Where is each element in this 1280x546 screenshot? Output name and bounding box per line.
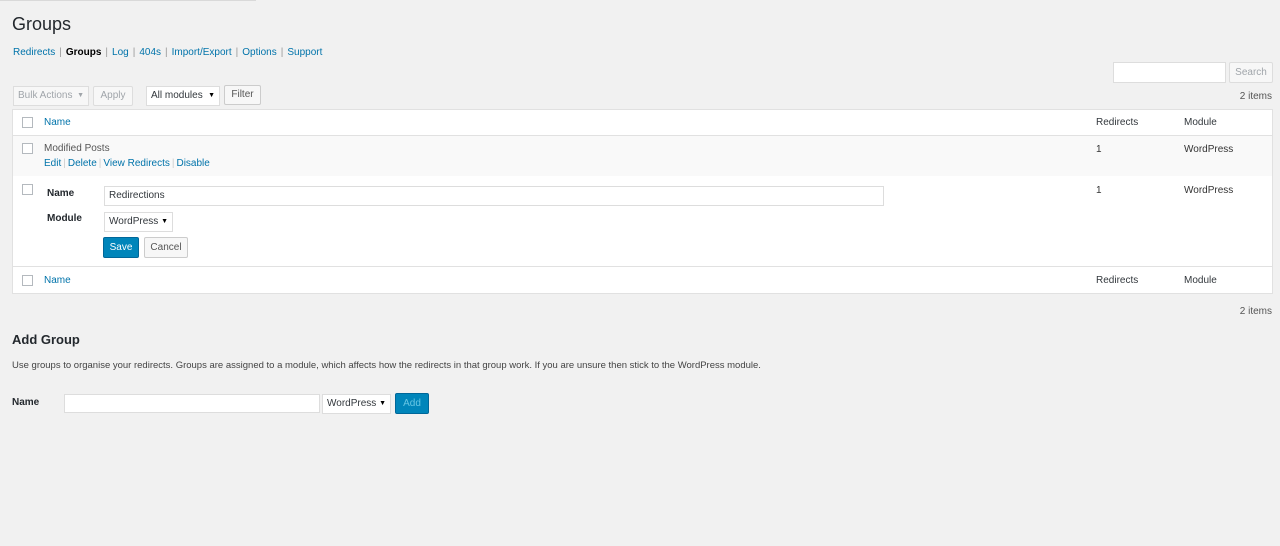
subnav-separator: |	[165, 47, 168, 58]
module-name: WordPress	[1184, 185, 1234, 196]
subnav-separator: |	[280, 47, 284, 58]
add-group-name-input[interactable]	[64, 394, 320, 413]
edit-name-input[interactable]: Redirections	[104, 186, 884, 206]
add-group-button[interactable]: Add	[395, 393, 429, 414]
apply-button[interactable]: Apply	[93, 86, 133, 106]
add-group-title: Add Group	[12, 332, 80, 347]
view-redirects-link[interactable]: View Redirects	[103, 158, 170, 169]
subnav-log[interactable]: Log	[112, 47, 129, 58]
modules-filter-label: All modules	[151, 90, 203, 101]
row-actions: Edit | Delete | View Redirects | Disable	[44, 158, 210, 169]
caret-down-icon: ▼	[77, 92, 84, 99]
group-name: Modified Posts	[44, 143, 110, 154]
add-group-module-select[interactable]: WordPress ▼	[322, 394, 391, 414]
column-footer-name[interactable]: Name	[44, 275, 71, 286]
add-group-module-value: WordPress	[327, 398, 377, 409]
subnav-separator: |	[59, 47, 62, 58]
column-footer-module: Module	[1184, 275, 1217, 286]
table-header-row: Name Redirects Module	[13, 110, 1272, 136]
top-divider	[0, 0, 256, 1]
row-checkbox[interactable]	[22, 184, 33, 195]
subnav-separator: |	[235, 47, 239, 58]
table-row-editing: Name Redirections Module WordPress ▼ Sav…	[13, 176, 1272, 267]
modules-filter-select[interactable]: All modules ▼	[146, 86, 220, 106]
column-header-name[interactable]: Name	[44, 117, 71, 128]
items-count: 2 items	[1239, 91, 1272, 102]
subnav-separator: |	[132, 47, 136, 58]
edit-link[interactable]: Edit	[44, 158, 61, 169]
delete-link[interactable]: Delete	[68, 158, 97, 169]
subnav-separator: |	[105, 47, 109, 58]
column-header-module: Module	[1184, 117, 1217, 128]
search-button[interactable]: Search	[1229, 62, 1273, 83]
groups-table: Name Redirects Module Modified Posts Edi…	[12, 109, 1273, 294]
column-header-redirects: Redirects	[1096, 117, 1139, 128]
caret-down-icon: ▼	[161, 218, 168, 225]
subnav-options[interactable]: Options	[242, 47, 276, 58]
subnav-groups[interactable]: Groups	[66, 47, 102, 58]
edit-module-value: WordPress	[109, 216, 159, 227]
edit-name-label: Name	[47, 188, 75, 199]
disable-link[interactable]: Disable	[176, 158, 209, 169]
action-separator: |	[63, 158, 66, 169]
subnav-redirects[interactable]: Redirects	[13, 47, 55, 58]
column-footer-redirects: Redirects	[1096, 275, 1139, 286]
bulk-actions-select[interactable]: Bulk Actions ▼	[13, 86, 89, 106]
items-count-bottom: 2 items	[1239, 306, 1272, 317]
edit-module-label: Module	[47, 213, 82, 224]
table-row: Modified Posts Edit | Delete | View Redirect…	[13, 136, 1272, 176]
subnav-import-export[interactable]: Import/Export	[172, 47, 232, 58]
add-group-name-label: Name	[12, 397, 40, 408]
save-button[interactable]: Save	[103, 237, 139, 258]
select-all-checkbox-footer[interactable]	[22, 275, 33, 286]
redirects-count: 1	[1096, 144, 1102, 155]
edit-module-select[interactable]: WordPress ▼	[104, 212, 173, 232]
caret-down-icon: ▼	[208, 92, 215, 99]
subnav-404s[interactable]: 404s	[139, 47, 161, 58]
select-all-checkbox[interactable]	[22, 117, 33, 128]
subnav-support[interactable]: Support	[287, 47, 322, 58]
action-separator: |	[171, 158, 175, 169]
table-footer-row: Name Redirects Module	[13, 267, 1272, 294]
add-group-description: Use groups to organise your redirects. G…	[12, 360, 761, 371]
bulk-actions-label: Bulk Actions	[18, 90, 73, 101]
module-name: WordPress	[1184, 144, 1234, 155]
redirects-count: 1	[1096, 185, 1102, 196]
cancel-button[interactable]: Cancel	[144, 237, 188, 258]
subnav: Redirects | Groups | Log | 404s | Import/Export |…	[13, 47, 322, 58]
search-input[interactable]	[1113, 62, 1226, 83]
filter-button[interactable]: Filter	[224, 85, 261, 105]
page-title: Groups	[12, 14, 72, 34]
row-checkbox[interactable]	[22, 143, 33, 154]
action-separator: |	[98, 158, 102, 169]
caret-down-icon: ▼	[379, 400, 386, 407]
